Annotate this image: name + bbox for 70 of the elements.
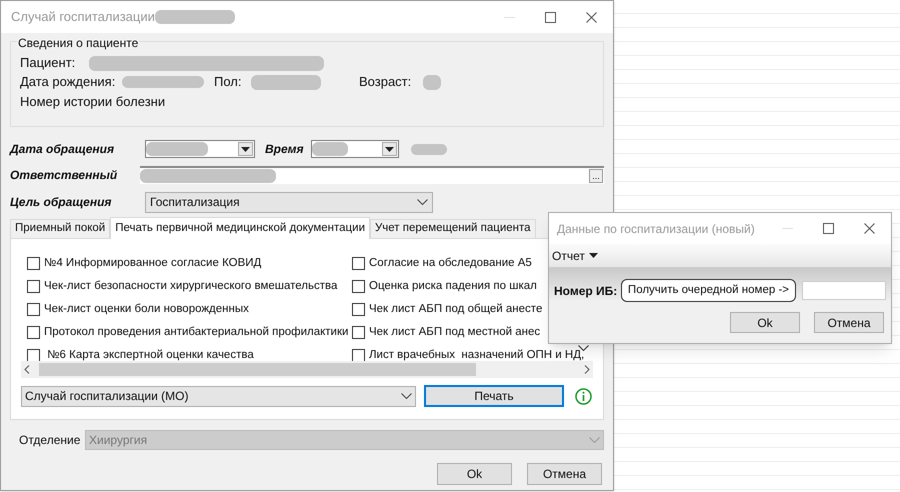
chevron-down-icon <box>417 199 428 205</box>
blurred-text-block <box>146 142 208 156</box>
get-number-button[interactable]: Получить очередной номер -> <box>620 279 796 302</box>
history-number-label: Номер истории болезни <box>20 93 166 112</box>
number-label: Номер ИБ: <box>554 282 618 300</box>
window-title: Случай госпитализации <box>11 8 155 26</box>
scrollbar-thumb[interactable] <box>39 363 476 376</box>
purpose-label: Цель обращения <box>10 194 112 211</box>
chevron-down-icon <box>578 345 589 351</box>
tab[interactable]: Учет перемещений пациента <box>370 219 536 238</box>
print-button[interactable]: Печать <box>424 385 564 407</box>
ok-button[interactable]: Ok <box>437 463 512 485</box>
maximize-icon[interactable] <box>823 223 834 234</box>
cancel-button[interactable]: Отмена <box>814 312 884 333</box>
caret-icon <box>241 146 250 152</box>
caret-icon <box>385 146 394 152</box>
time-field[interactable] <box>311 140 399 158</box>
blurred-text-block <box>312 142 348 156</box>
sex-label: Пол: <box>214 73 242 92</box>
date-field[interactable] <box>145 140 255 158</box>
chevron-down-icon <box>589 437 600 443</box>
info-icon <box>575 388 592 404</box>
age-label: Возраст: <box>359 73 412 92</box>
chevron-down-icon <box>401 393 412 399</box>
responsible-label: Ответственный <box>10 167 118 184</box>
document-checkbox[interactable]: Чек лист АБП под общей анесте <box>352 301 593 318</box>
report-menu[interactable]: Отчет <box>551 246 599 264</box>
time-label: Время <box>265 141 305 158</box>
checkbox[interactable] <box>352 257 365 270</box>
number-field[interactable] <box>802 281 886 300</box>
document-checkbox[interactable]: №4 Информированное согласие КОВИД <box>27 255 352 272</box>
checkbox[interactable] <box>27 303 40 316</box>
document-checkbox[interactable]: Чек-лист безопасности хирургического вмешательства <box>27 278 352 295</box>
dialog-title: Данные по госпитализации (новый) <box>557 220 755 238</box>
blurred-text-block <box>251 74 321 90</box>
checkbox[interactable] <box>27 280 40 293</box>
tab[interactable]: Приемный покой <box>10 219 110 238</box>
purpose-select[interactable]: Госпитализация <box>145 192 433 212</box>
birth-date-label: Дата рождения: <box>20 73 116 92</box>
responsible-field[interactable]: ... <box>140 166 604 184</box>
checkbox[interactable] <box>27 326 40 339</box>
document-checkbox[interactable]: Чек-лист оценки боли новорожденных <box>27 301 352 318</box>
checkbox[interactable] <box>27 257 40 270</box>
patient-label: Пациент: <box>20 54 76 72</box>
department-select: Хиирургия <box>85 430 604 450</box>
checkbox[interactable] <box>352 303 365 316</box>
checkbox[interactable] <box>352 349 365 361</box>
caret-icon <box>588 253 598 258</box>
report-select[interactable]: Случай госпитализации (МО) <box>21 386 416 406</box>
blurred-text-block <box>411 144 447 154</box>
document-checkbox[interactable]: Чек лист АБП под местной анес <box>352 324 593 341</box>
browse-button[interactable]: ... <box>589 169 603 183</box>
cancel-button[interactable]: Отмена <box>527 463 602 485</box>
tab[interactable]: Печать первичной медицинской документации <box>110 217 370 239</box>
checkbox[interactable] <box>352 280 365 293</box>
document-checkbox[interactable]: Лист врачебных назначений ОПН и НД, <box>352 347 593 361</box>
date-label: Дата обращения <box>10 141 116 158</box>
document-checkbox[interactable]: Протокол проведения антибактериальной профилактики <box>27 324 352 341</box>
scroll-right-icon[interactable] <box>584 365 590 374</box>
scroll-left-icon[interactable] <box>24 365 30 374</box>
document-checkbox[interactable]: №6 Карта экспертной оценки качества <box>27 347 352 361</box>
department-label: Отделение <box>19 432 82 449</box>
maximize-icon[interactable] <box>545 12 556 22</box>
horizontal-scrollbar[interactable] <box>21 361 593 378</box>
close-icon[interactable] <box>586 12 597 22</box>
checkbox[interactable] <box>27 349 40 361</box>
blurred-text-block <box>423 74 441 90</box>
checkbox[interactable] <box>352 326 365 339</box>
ok-button[interactable]: Ok <box>730 312 800 333</box>
close-icon[interactable] <box>864 223 875 234</box>
